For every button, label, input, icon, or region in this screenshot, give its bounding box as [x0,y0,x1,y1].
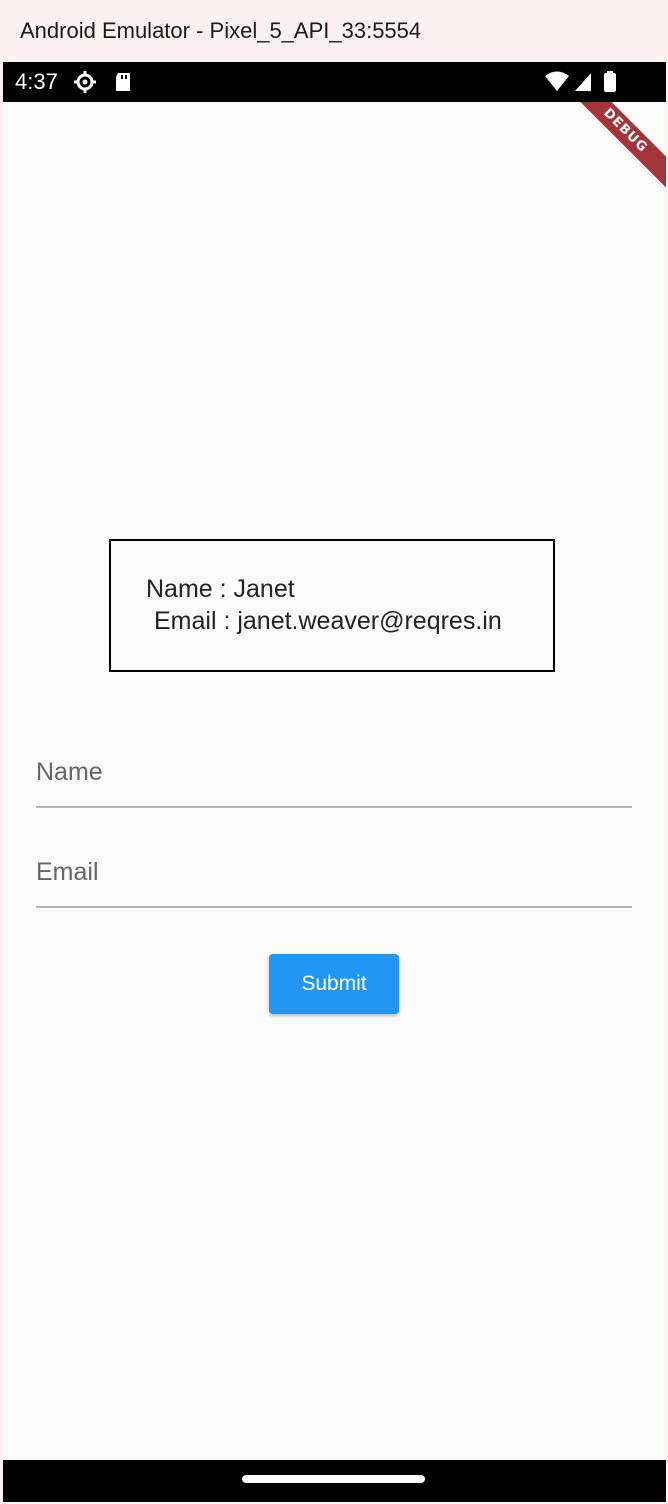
emulator-window: Android Emulator - Pixel_5_API_33:5554 4… [0,0,668,1504]
user-name-text: Name : Janet [146,575,295,603]
user-info-card: Name : Janet Email : janet.weaver@reqres… [109,539,555,672]
status-time: 4:37 [15,69,58,94]
name-input[interactable] [36,738,632,806]
battery-icon [603,70,617,99]
name-field [36,738,632,808]
status-bar: 4:37 [3,62,666,102]
cell-signal-icon [573,70,595,99]
settings-gear-icon [73,70,97,99]
window-titlebar: Android Emulator - Pixel_5_API_33:5554 [0,0,668,62]
home-gesture-handle[interactable] [242,1475,425,1483]
app-screen: DEBUG Name : Janet Email : janet.weaver@… [3,102,666,1460]
debug-banner: DEBUG [557,102,666,199]
sd-card-icon [113,70,133,99]
wifi-icon [543,70,571,99]
device-frame: 4:37 DEBUG Name: Janet Email: janet.we… [3,62,666,1502]
user-email-text: Email : janet.weaver@reqres.in [154,607,502,635]
window-title: Android Emulator - Pixel_5_API_33:5554 [20,18,422,43]
submit-button[interactable]: Submit [269,954,399,1014]
navigation-bar [3,1460,666,1502]
email-field [36,838,632,908]
email-input[interactable] [36,838,632,906]
